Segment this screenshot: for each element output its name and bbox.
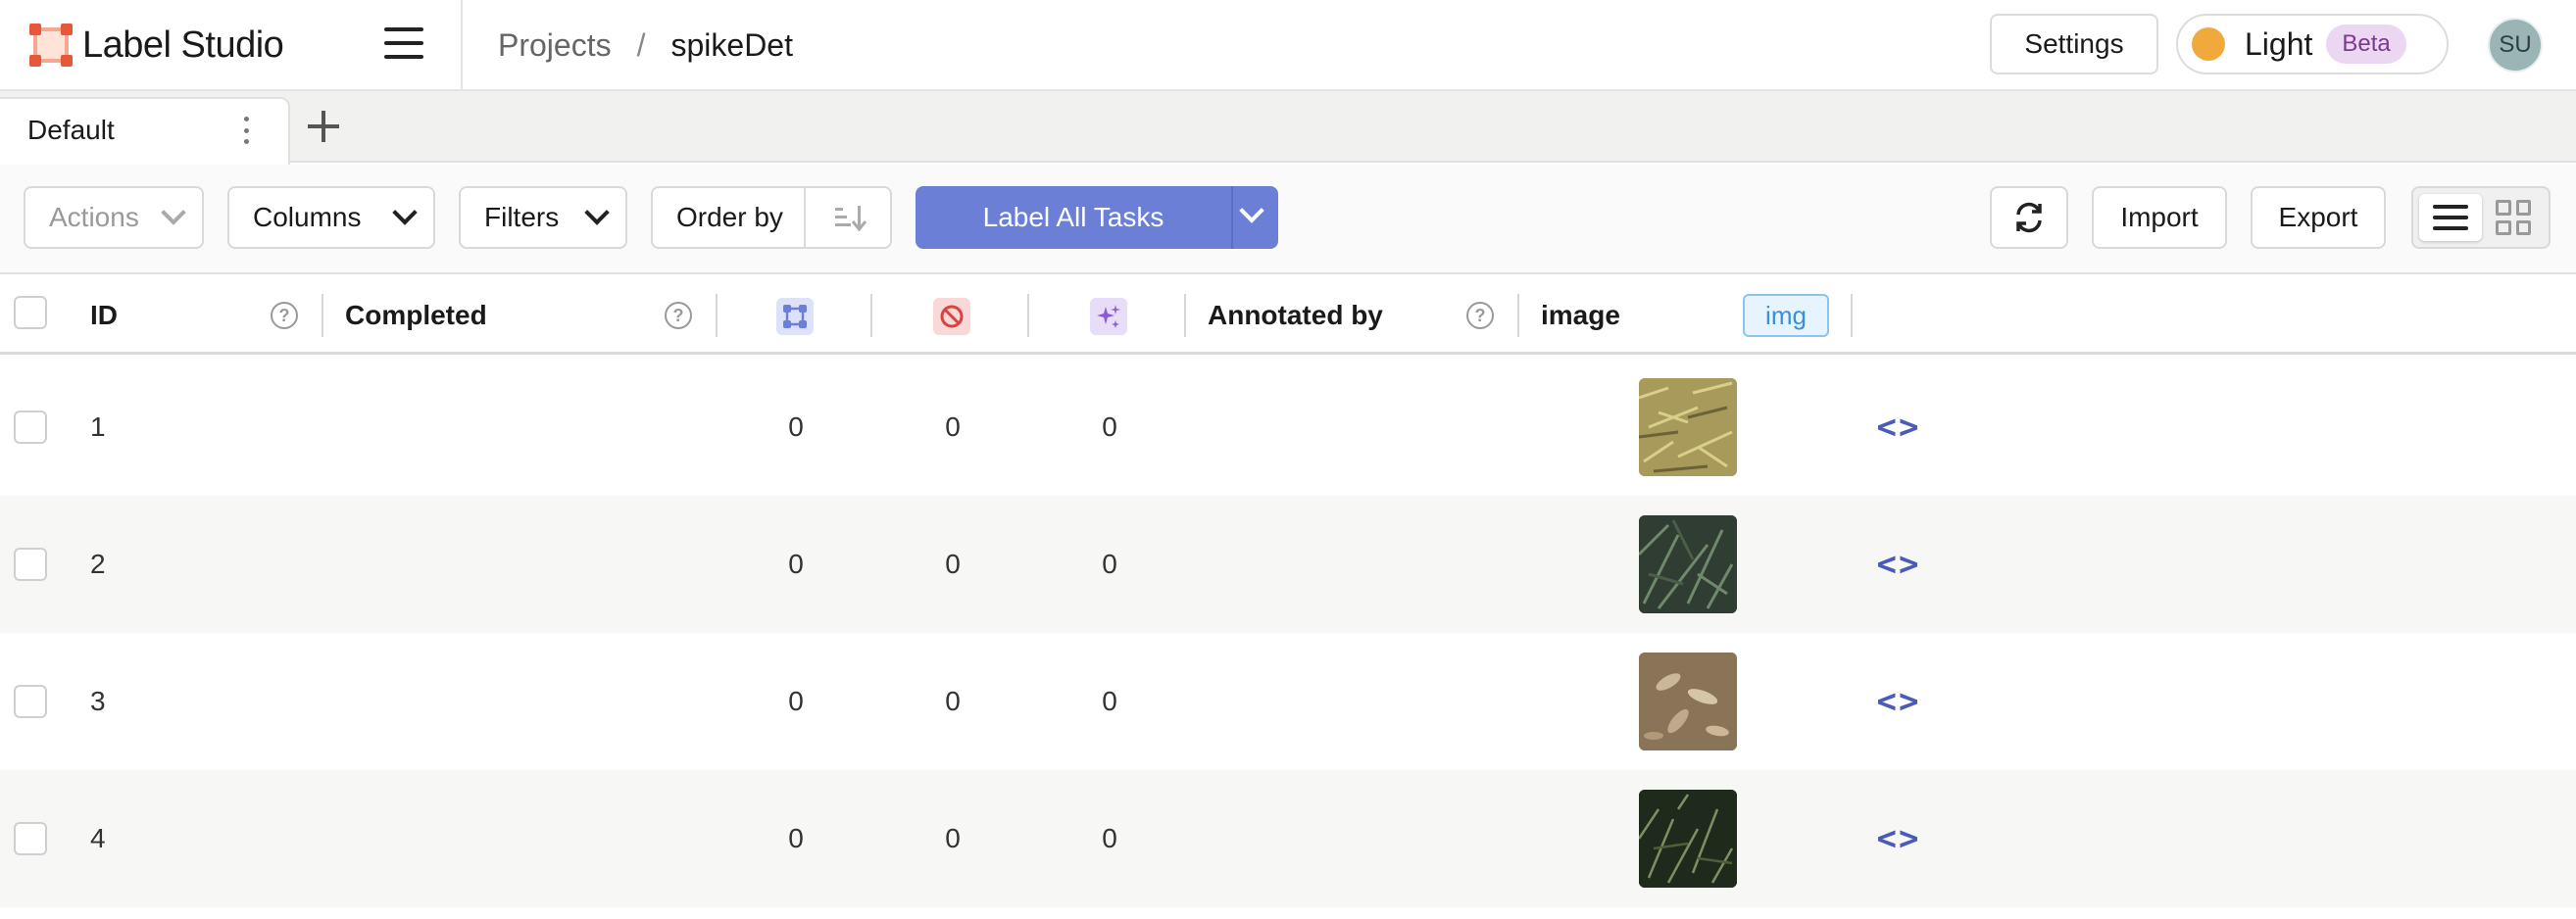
row-checkbox[interactable] (14, 548, 47, 581)
view-source-icon[interactable]: <> (1874, 543, 1923, 586)
label-all-tasks-button[interactable]: Label All Tasks (916, 186, 1278, 249)
tab-default[interactable]: Default (0, 97, 290, 165)
tab-label: Default (27, 115, 115, 145)
image-type-badge: img (1743, 294, 1829, 337)
annotations-count: 0 (788, 411, 804, 442)
import-button[interactable]: Import (2092, 186, 2227, 249)
image-thumbnail[interactable] (1639, 378, 1737, 476)
annotations-count: 0 (788, 686, 804, 716)
list-view-icon[interactable] (2419, 194, 2482, 241)
beta-badge: Beta (2326, 24, 2406, 64)
predictions-count: 0 (1102, 686, 1117, 716)
annotations-count-icon[interactable] (776, 298, 814, 335)
chevron-down-icon (392, 200, 418, 225)
breadcrumb: Projects / spikeDet (498, 24, 793, 67)
help-icon[interactable]: ? (271, 302, 298, 329)
annotations-count: 0 (788, 549, 804, 579)
table-row[interactable]: 2 0 0 0 <> (0, 496, 2576, 633)
theme-label: Light (2245, 25, 2313, 62)
help-icon[interactable]: ? (1466, 302, 1494, 329)
order-by-control[interactable]: Order by (651, 186, 892, 249)
data-manager-toolbar: Actions Columns Filters Order by Label A… (0, 165, 2576, 274)
task-id: 3 (90, 686, 106, 716)
filters-label: Filters (484, 202, 560, 232)
actions-dropdown[interactable]: Actions (24, 186, 204, 249)
add-tab-icon[interactable] (304, 107, 343, 146)
breadcrumb-projects-link[interactable]: Projects (498, 27, 612, 64)
columns-label: Columns (253, 202, 362, 232)
view-source-icon[interactable]: <> (1874, 817, 1923, 860)
column-header-annotated-by[interactable]: Annotated by (1208, 276, 1383, 355)
view-source-icon[interactable]: <> (1874, 680, 1923, 723)
label-studio-logo-icon (29, 24, 73, 67)
table-row[interactable]: 1 0 0 0 <> (0, 359, 2576, 496)
column-header-image[interactable]: image (1541, 276, 1620, 355)
annotations-count: 0 (788, 823, 804, 853)
table-row[interactable]: 3 0 0 0 <> (0, 633, 2576, 770)
table-row[interactable]: 4 0 0 0 <> (0, 770, 2576, 907)
row-checkbox[interactable] (14, 685, 47, 718)
image-thumbnail[interactable] (1639, 790, 1737, 888)
order-by-label: Order by (676, 202, 783, 232)
chevron-down-icon (161, 200, 186, 225)
cancelled-count: 0 (945, 686, 961, 716)
grid-view-icon[interactable] (2496, 200, 2531, 235)
tab-options-icon[interactable] (239, 111, 253, 150)
image-thumbnail[interactable] (1639, 653, 1737, 750)
view-tabs-bar: Default (0, 91, 2576, 165)
theme-sun-icon (2192, 27, 2225, 61)
predictions-count: 0 (1102, 549, 1117, 579)
cancelled-count-icon[interactable] (933, 298, 970, 335)
view-source-icon[interactable]: <> (1874, 406, 1923, 449)
user-avatar[interactable]: SU (2488, 18, 2543, 73)
cancelled-count: 0 (945, 549, 961, 579)
app-logo[interactable]: Label Studio (27, 22, 284, 69)
task-id: 2 (90, 549, 106, 579)
theme-toggle[interactable]: Light Beta (2176, 14, 2449, 74)
export-button[interactable]: Export (2251, 186, 2386, 249)
actions-label: Actions (49, 202, 139, 232)
breadcrumb-separator: / (636, 26, 646, 63)
row-checkbox[interactable] (14, 411, 47, 444)
view-mode-toggle (2411, 186, 2551, 249)
image-thumbnail[interactable] (1639, 515, 1737, 613)
header-divider (461, 0, 463, 91)
breadcrumb-current-project: spikeDet (670, 26, 793, 63)
task-id: 4 (90, 823, 106, 853)
task-id: 1 (90, 411, 106, 442)
refresh-button[interactable] (1990, 186, 2068, 249)
settings-button[interactable]: Settings (1990, 14, 2158, 74)
cancelled-count: 0 (945, 411, 961, 442)
select-all-checkbox[interactable] (14, 296, 47, 329)
column-header-id[interactable]: ID (90, 276, 118, 355)
column-header-completed[interactable]: Completed (345, 276, 487, 355)
sort-direction-icon[interactable] (833, 204, 867, 231)
predictions-count-icon[interactable] (1090, 298, 1127, 335)
predictions-count: 0 (1102, 823, 1117, 853)
label-all-tasks-label: Label All Tasks (982, 202, 1164, 232)
chevron-down-icon[interactable] (1239, 198, 1264, 223)
table-header: ID ? Completed ? Annotated by ? image im… (0, 276, 2576, 355)
refresh-icon (2016, 202, 2042, 233)
chevron-down-icon (584, 200, 610, 225)
main-menu-icon[interactable] (384, 27, 423, 61)
columns-dropdown[interactable]: Columns (227, 186, 435, 249)
app-name: Label Studio (82, 24, 284, 66)
row-checkbox[interactable] (14, 822, 47, 855)
help-icon[interactable]: ? (665, 302, 692, 329)
cancelled-count: 0 (945, 823, 961, 853)
predictions-count: 0 (1102, 411, 1117, 442)
filters-dropdown[interactable]: Filters (459, 186, 627, 249)
top-navigation-bar: Label Studio Projects / spikeDet Setting… (0, 0, 2576, 91)
